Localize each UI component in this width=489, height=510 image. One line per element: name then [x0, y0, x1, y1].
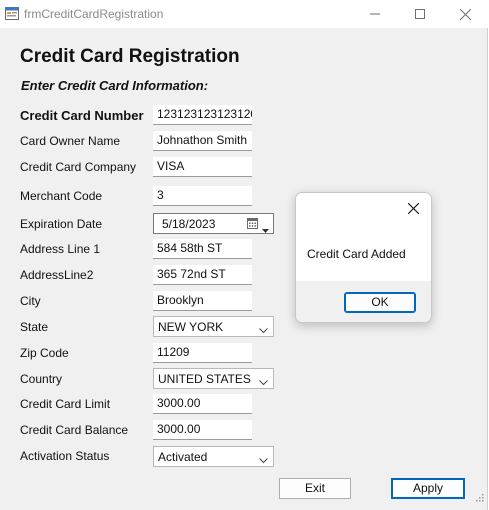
- maximize-icon: [415, 9, 425, 19]
- form-heading: Credit Card Registration: [20, 46, 240, 67]
- company-label: Credit Card Company: [20, 160, 137, 174]
- address2-label: AddressLine2: [20, 268, 94, 282]
- message-text: Credit Card Added: [307, 247, 406, 261]
- window-title: frmCreditCardRegistration: [24, 7, 164, 21]
- owner-name-input[interactable]: Johnathon Smith: [153, 131, 252, 151]
- close-icon: [459, 8, 471, 20]
- zip-label: Zip Code: [20, 346, 69, 360]
- expiration-date-picker[interactable]: 5/18/2023: [153, 213, 274, 234]
- address1-label: Address Line 1: [20, 242, 101, 256]
- dropdown-arrow-icon[interactable]: [262, 222, 269, 236]
- title-bar[interactable]: frmCreditCardRegistration: [0, 0, 488, 28]
- expiration-label: Expiration Date: [20, 217, 103, 231]
- merchant-code-input[interactable]: 3: [153, 186, 252, 206]
- chevron-down-icon: [259, 375, 268, 389]
- message-box: Credit Card Added OK: [295, 192, 432, 323]
- zip-input[interactable]: 11209: [153, 343, 252, 363]
- balance-label: Credit Card Balance: [20, 423, 129, 437]
- city-input[interactable]: Brooklyn: [153, 291, 252, 311]
- company-input[interactable]: VISA: [153, 157, 252, 177]
- form-subheading: Enter Credit Card Information:: [21, 78, 209, 93]
- address2-input[interactable]: 365 72nd ST: [153, 265, 252, 285]
- limit-input[interactable]: 3000.00: [153, 394, 252, 414]
- main-window: frmCreditCardRegistration Credit Card Re…: [0, 0, 488, 510]
- apply-button[interactable]: Apply: [391, 478, 465, 499]
- state-value: NEW YORK: [158, 320, 224, 334]
- maximize-button[interactable]: [397, 0, 443, 28]
- address1-input[interactable]: 584 58th ST: [153, 239, 252, 259]
- country-dropdown[interactable]: UNITED STATES: [153, 368, 274, 389]
- country-value: UNITED STATES: [158, 372, 251, 386]
- expiration-date-value: 5/18/2023: [162, 217, 216, 231]
- chevron-down-icon: [259, 453, 268, 467]
- owner-name-label: Card Owner Name: [20, 134, 121, 148]
- calendar-icon[interactable]: [247, 218, 258, 232]
- card-number-input[interactable]: 123123123123120: [153, 105, 252, 125]
- limit-label: Credit Card Limit: [20, 397, 111, 411]
- exit-button[interactable]: Exit: [279, 478, 351, 499]
- close-icon: [407, 202, 420, 215]
- message-box-close-button[interactable]: [407, 201, 420, 219]
- close-window-button[interactable]: [442, 0, 488, 28]
- chevron-down-icon: [259, 323, 268, 337]
- status-label: Activation Status: [20, 449, 110, 463]
- status-dropdown[interactable]: Activated: [153, 446, 274, 467]
- state-label: State: [20, 320, 49, 334]
- merchant-code-label: Merchant Code: [20, 189, 103, 203]
- country-label: Country: [20, 372, 63, 386]
- status-value: Activated: [158, 450, 208, 464]
- state-dropdown[interactable]: NEW YORK: [153, 316, 274, 337]
- ok-button[interactable]: OK: [344, 292, 416, 313]
- minimize-button[interactable]: [352, 0, 398, 28]
- resize-grip-icon[interactable]: [476, 489, 484, 507]
- balance-input[interactable]: 3000.00: [153, 420, 252, 440]
- minimize-icon: [370, 13, 380, 15]
- app-icon: [5, 7, 19, 20]
- city-label: City: [20, 294, 41, 308]
- card-number-label: Credit Card Number: [20, 108, 144, 123]
